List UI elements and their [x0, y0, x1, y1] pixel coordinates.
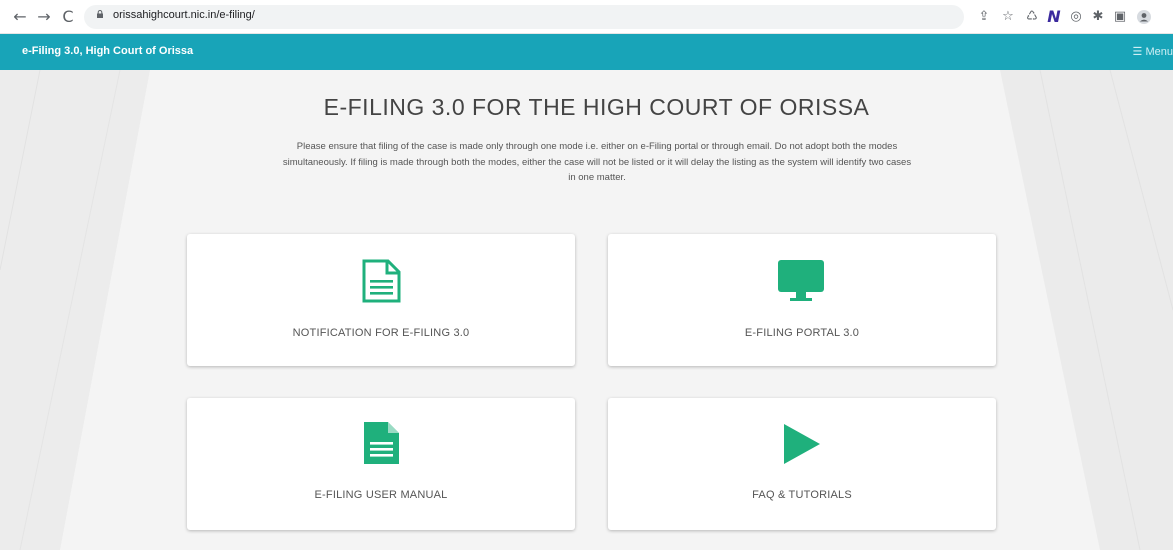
back-arrow-icon[interactable]: ←	[10, 6, 30, 28]
card-user-manual[interactable]: E-FILING USER MANUAL	[187, 398, 575, 530]
document-icon	[364, 422, 399, 464]
card-notification[interactable]: NOTIFICATION FOR E-FILING 3.0	[187, 234, 575, 366]
card-label: E-FILING PORTAL 3.0	[744, 327, 860, 339]
card-label: E-FILING USER MANUAL	[314, 489, 448, 501]
card-label: NOTIFICATION FOR E-FILING 3.0	[292, 327, 470, 339]
forward-arrow-icon[interactable]: →	[34, 6, 54, 28]
menu-label: Menu	[1145, 46, 1173, 58]
card-portal[interactable]: E-FILING PORTAL 3.0	[608, 234, 996, 366]
recycle-icon[interactable]: ♺	[1024, 8, 1040, 26]
puzzle-icon[interactable]: ✱	[1090, 8, 1106, 26]
page-title: E-FILING 3.0 FOR THE HIGH COURT OF ORISS…	[323, 94, 870, 120]
lock-icon	[97, 10, 103, 18]
card-faq-tutorials[interactable]: FAQ & TUTORIALS	[608, 398, 996, 530]
desktop-icon	[778, 260, 824, 301]
share-icon[interactable]: ⇪	[976, 8, 992, 26]
reload-icon[interactable]: C	[58, 6, 78, 28]
star-icon[interactable]: ☆	[1000, 8, 1016, 26]
play-icon	[784, 424, 820, 464]
menu-toggle[interactable]: ☰ Menu	[1133, 45, 1173, 58]
browser-toolbar: ← → C orissahighcourt.nic.in/e-filing/ ⇪…	[0, 0, 1173, 34]
extension-n-icon[interactable]: N	[1046, 8, 1062, 26]
card-label: FAQ & TUTORIALS	[752, 489, 852, 501]
document-outline-icon	[362, 259, 401, 303]
site-brand[interactable]: e-Filing 3.0, High Court of Orissa	[22, 45, 193, 57]
url-text[interactable]: orissahighcourt.nic.in/e-filing/	[113, 9, 255, 21]
filing-notice: Please ensure that filing of the case is…	[282, 141, 912, 183]
site-navbar: e-Filing 3.0, High Court of Orissa ☰ Men…	[0, 34, 1173, 70]
profile-icon[interactable]	[1136, 8, 1152, 26]
extension-circle-icon[interactable]: ◎	[1068, 8, 1084, 26]
side-panel-icon[interactable]: ▣	[1112, 8, 1128, 26]
hamburger-icon: ☰	[1132, 46, 1143, 58]
